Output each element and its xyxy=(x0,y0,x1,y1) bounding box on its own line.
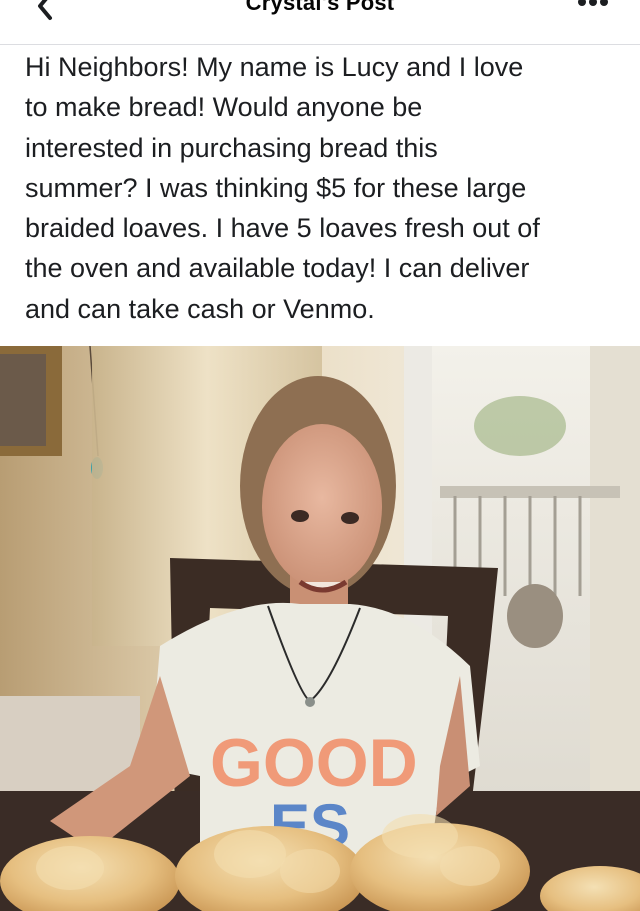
page-title: Crystal's Post xyxy=(245,0,395,15)
post-text: Hi Neighbors! My name is Lucy and I love… xyxy=(25,52,540,324)
post-header: Crystal's Post xyxy=(0,0,640,45)
more-horizontal-icon xyxy=(578,0,608,6)
post-photo[interactable]: GOOD ES xyxy=(0,346,640,911)
shirt-print-top: GOOD xyxy=(210,725,418,801)
photo-illustration: GOOD ES xyxy=(0,346,640,911)
more-options-button[interactable] xyxy=(574,0,614,10)
